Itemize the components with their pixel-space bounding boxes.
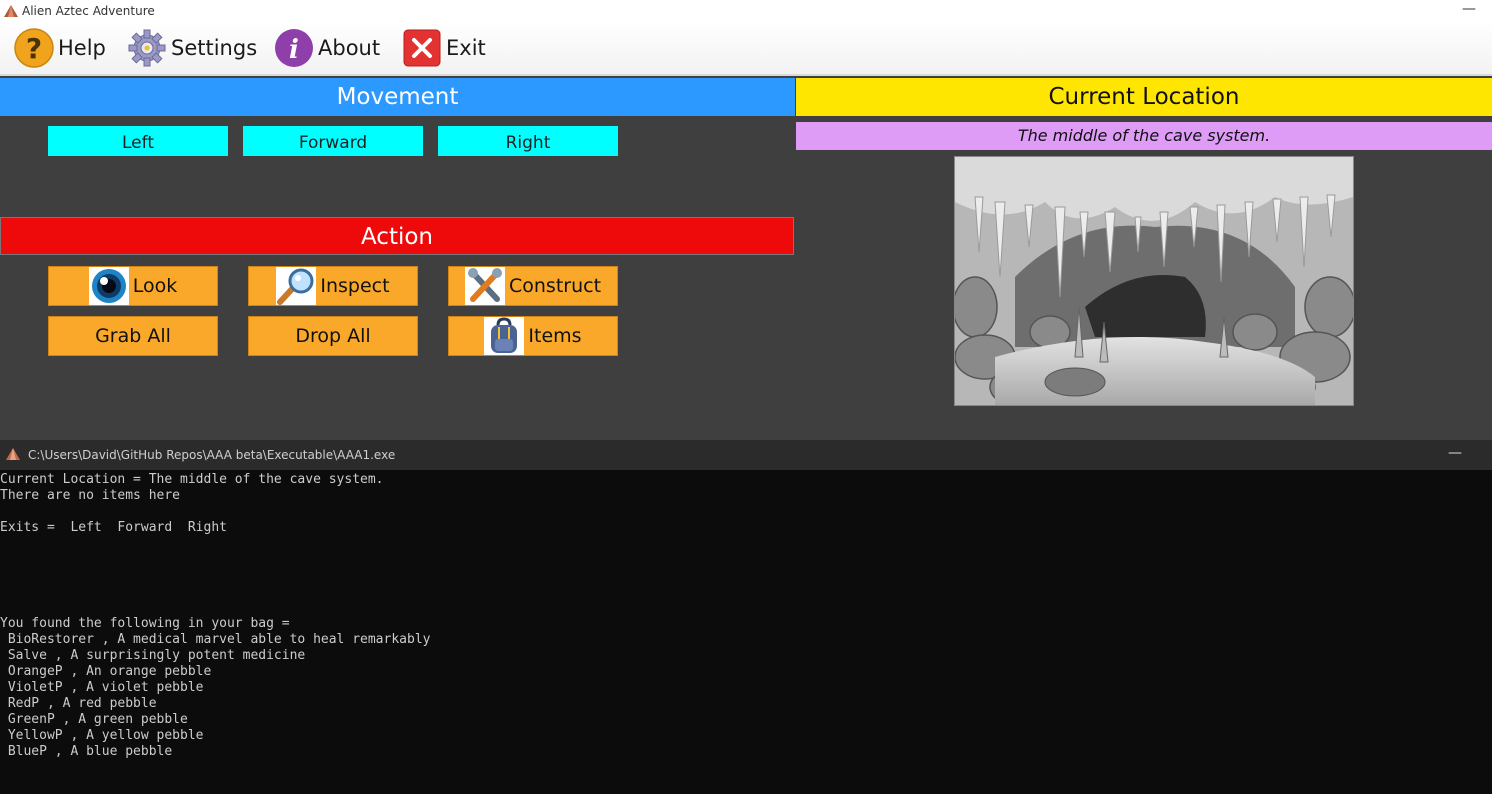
window-title: Alien Aztec Adventure xyxy=(22,4,155,18)
console-title-bar: C:\Users\David\GitHub Repos\AAA beta\Exe… xyxy=(0,440,1492,470)
action-header: Action xyxy=(0,217,794,255)
console-line: VioletP , A violet pebble xyxy=(0,680,204,695)
console-path: C:\Users\David\GitHub Repos\AAA beta\Exe… xyxy=(28,448,396,462)
backpack-icon xyxy=(484,317,525,355)
exit-menu-item[interactable]: Exit xyxy=(402,28,486,68)
about-menu-item[interactable]: i About xyxy=(274,28,380,68)
console-line: BioRestorer , A medical marvel able to h… xyxy=(0,632,431,647)
exit-label: Exit xyxy=(446,36,486,60)
console-line: Current Location = The middle of the cav… xyxy=(0,472,384,487)
current-location-header: Current Location xyxy=(796,78,1492,116)
question-icon: ? xyxy=(14,28,54,68)
location-description: The middle of the cave system. xyxy=(796,122,1492,150)
move-left-button[interactable]: Left xyxy=(48,126,228,156)
svg-text:i: i xyxy=(289,35,299,65)
items-label: Items xyxy=(528,325,582,347)
move-forward-button[interactable]: Forward xyxy=(243,126,423,156)
drop-all-button[interactable]: Drop All xyxy=(248,316,418,356)
console-minimize-button[interactable]: — xyxy=(1448,438,1462,468)
tools-icon xyxy=(464,267,505,305)
menu-bar: ? Help Settings i About Exit xyxy=(0,22,1492,76)
construct-button[interactable]: Construct xyxy=(448,266,618,306)
console-line: Salve , A surprisingly potent medicine xyxy=(0,648,306,663)
gear-icon xyxy=(128,29,166,67)
settings-menu-item[interactable]: Settings xyxy=(127,28,257,68)
inspect-label: Inspect xyxy=(320,275,390,297)
svg-text:?: ? xyxy=(26,32,42,65)
console-line: BlueP , A blue pebble xyxy=(0,744,173,759)
info-icon: i xyxy=(275,29,313,67)
about-label: About xyxy=(318,36,381,60)
settings-label: Settings xyxy=(171,36,258,60)
eye-icon xyxy=(88,267,129,305)
items-button[interactable]: Items xyxy=(448,316,618,356)
close-icon xyxy=(403,29,441,67)
move-right-button[interactable]: Right xyxy=(438,126,618,156)
console-line: YellowP , A yellow pebble xyxy=(0,728,204,743)
look-label: Look xyxy=(132,275,178,297)
magnifier-icon xyxy=(276,267,317,305)
grab-all-button[interactable]: Grab All xyxy=(48,316,218,356)
console-line: Exits = Left Forward Right xyxy=(0,520,227,535)
look-button[interactable]: Look xyxy=(48,266,218,306)
console-line: GreenP , A green pebble xyxy=(0,712,188,727)
construct-label: Construct xyxy=(508,275,602,297)
console-output: Current Location = The middle of the cav… xyxy=(0,472,1492,794)
console-line: There are no items here xyxy=(0,488,181,503)
app-pyramid-icon xyxy=(4,5,18,17)
console-app-icon xyxy=(6,448,20,460)
console-line: OrangeP , An orange pebble xyxy=(0,664,212,679)
window-title-bar: Alien Aztec Adventure — xyxy=(0,0,1492,22)
game-panel: Movement Current Location Left Forward R… xyxy=(0,76,1492,440)
cave-image xyxy=(954,156,1354,406)
minimize-button[interactable]: — xyxy=(1454,0,1484,22)
help-menu-item[interactable]: ? Help xyxy=(14,28,106,68)
inspect-button[interactable]: Inspect xyxy=(248,266,418,306)
movement-header: Movement xyxy=(0,78,795,116)
help-label: Help xyxy=(58,36,106,60)
console-line: RedP , A red pebble xyxy=(0,696,157,711)
console-line: You found the following in your bag = xyxy=(0,616,290,631)
